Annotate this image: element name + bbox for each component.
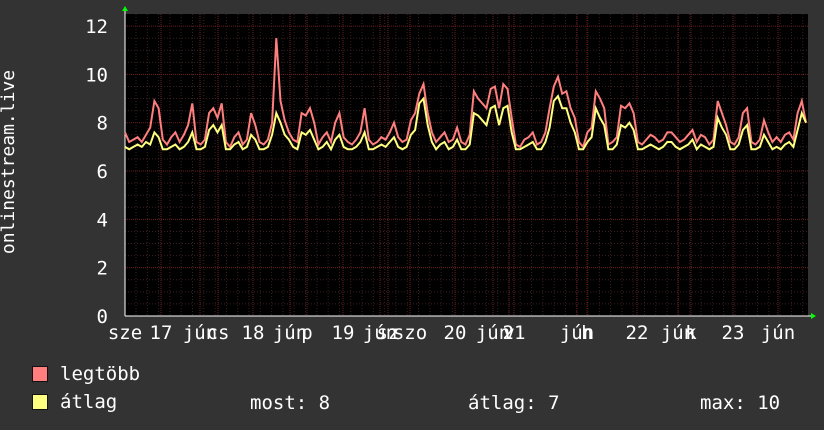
y-tick-label: 6 bbox=[97, 161, 108, 183]
x-tick-label: k bbox=[685, 322, 697, 344]
x-tick-label: jún bbox=[761, 322, 795, 344]
y-tick-label: 8 bbox=[97, 113, 108, 135]
x-tick-label: 17 bbox=[150, 322, 173, 344]
x-tick-label: 23 bbox=[722, 322, 745, 344]
y-axis-arrow bbox=[122, 6, 128, 11]
legend-label-max: legtöbb bbox=[60, 363, 141, 385]
y-tick-label: 0 bbox=[97, 306, 108, 328]
stat-max: max: 10 bbox=[700, 392, 781, 414]
legend-item-max: legtöbb bbox=[32, 363, 141, 385]
x-tick-label: p bbox=[301, 322, 312, 344]
plot-area bbox=[125, 14, 808, 316]
y-axis-label: onlinestream.live bbox=[0, 69, 19, 255]
x-tick-label: 22 bbox=[626, 322, 649, 344]
x-tick-label: 19 bbox=[332, 322, 355, 344]
legend-swatch-avg bbox=[32, 394, 48, 410]
x-tick-label: 18 bbox=[242, 322, 265, 344]
legend-swatch-max bbox=[32, 366, 48, 382]
y-tick-label: 12 bbox=[85, 16, 108, 38]
x-axis-arrow bbox=[811, 313, 816, 319]
x-tick-label: sze bbox=[108, 322, 142, 344]
y-tick-label: 2 bbox=[97, 258, 108, 280]
legend-item-avg: átlag bbox=[32, 391, 118, 413]
y-tick-label: 10 bbox=[85, 64, 108, 86]
y-tick-label: 4 bbox=[97, 209, 108, 231]
x-tick-label: h bbox=[581, 322, 592, 344]
legend-label-avg: átlag bbox=[60, 391, 118, 413]
x-tick-label: 21 bbox=[503, 322, 526, 344]
x-tick-label: 20 bbox=[444, 322, 467, 344]
x-tick-label: szo bbox=[393, 322, 427, 344]
x-tick-label: cs bbox=[207, 322, 230, 344]
stat-now: most: 8 bbox=[250, 392, 331, 414]
stat-avg: átlag: 7 bbox=[468, 392, 560, 414]
